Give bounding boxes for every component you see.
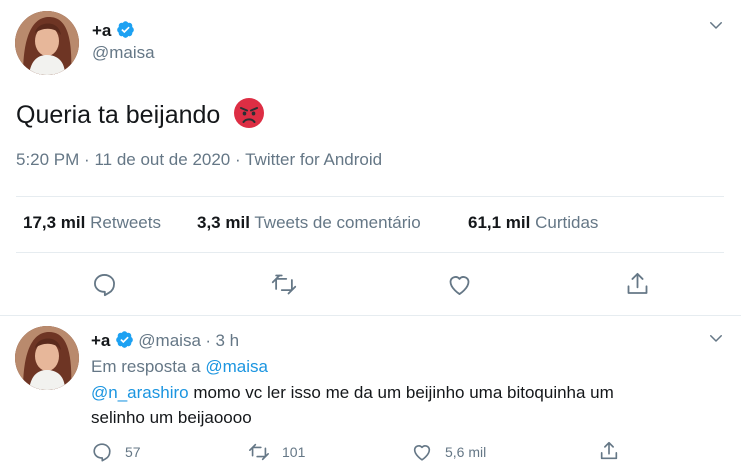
author-name-text[interactable]: +a — [92, 21, 111, 40]
retweets-count: 17,3 mil — [23, 213, 86, 232]
retweet-button[interactable] — [270, 271, 298, 298]
tweet-text-body: Queria ta beijando — [16, 101, 221, 129]
like-icon — [449, 276, 470, 295]
reply-avatar[interactable] — [15, 326, 79, 390]
meta-separator: · — [205, 331, 212, 350]
avatar[interactable] — [15, 11, 79, 75]
reply-author-name[interactable]: +a — [91, 331, 110, 350]
divider — [16, 252, 724, 253]
retweet-icon — [249, 443, 269, 461]
reply-timestamp[interactable]: 3 h — [215, 331, 239, 350]
in-reply-to: Em resposta a @maisa — [91, 354, 268, 379]
reply-author-handle[interactable]: @maisa — [138, 331, 201, 350]
reply-icon — [93, 443, 111, 462]
tweet-source[interactable]: Twitter for Android — [245, 150, 382, 169]
retweet-count: 101 — [282, 444, 306, 460]
reply-text-line: momo vc ler isso me da um beijinho uma b… — [188, 383, 614, 402]
reply-reply-button[interactable]: 57 — [91, 441, 141, 463]
author-handle[interactable]: @maisa — [92, 43, 155, 63]
stat-comments[interactable]: 3,3 mil Tweets de comentário — [197, 213, 421, 233]
reply-count: 57 — [125, 444, 141, 460]
share-button[interactable] — [624, 270, 651, 298]
like-button[interactable] — [446, 271, 473, 298]
meta-separator: · — [84, 150, 90, 169]
mention-link[interactable]: @n_arashiro — [91, 383, 189, 402]
reply-text-line: selinho um beijaoooo — [91, 408, 252, 427]
retweets-label: Retweets — [90, 213, 161, 232]
reply-header: +a @maisa · 3 h — [91, 330, 239, 351]
reply-menu-button[interactable] — [707, 329, 725, 352]
tweet-date[interactable]: 11 de out de 2020 — [94, 150, 230, 169]
divider — [16, 196, 724, 197]
likes-count: 61,1 mil — [468, 213, 531, 232]
verified-icon — [116, 331, 133, 348]
comments-count: 3,3 mil — [197, 213, 250, 232]
like-icon — [413, 445, 431, 461]
tweet-menu-button[interactable] — [707, 16, 725, 39]
stat-retweets[interactable]: 17,3 mil Retweets — [23, 213, 161, 233]
comments-label: Tweets de comentário — [254, 213, 421, 232]
reply-icon — [94, 274, 115, 297]
author-name[interactable]: +a — [92, 20, 135, 41]
angry-emoji-icon — [233, 97, 265, 136]
share-icon — [627, 272, 648, 294]
in-reply-to-handle[interactable]: @maisa — [205, 357, 268, 376]
tweet-time[interactable]: 5:20 PM — [16, 150, 79, 169]
share-icon — [600, 441, 618, 460]
reply-text: @n_arashiro momo vc ler isso me da um be… — [91, 380, 711, 430]
retweet-icon — [271, 274, 297, 295]
reply-button[interactable] — [91, 271, 118, 298]
meta-separator: · — [235, 150, 241, 169]
stat-likes[interactable]: 61,1 mil Curtidas — [468, 213, 598, 233]
in-reply-to-label: Em resposta a — [91, 357, 201, 376]
like-count: 5,6 mil — [445, 444, 487, 460]
chevron-down-icon — [710, 335, 722, 342]
chevron-down-icon — [710, 22, 722, 29]
tweet-meta: 5:20 PM · 11 de out de 2020 · Twitter fo… — [16, 150, 382, 170]
reply-share-button[interactable] — [598, 439, 620, 468]
tweet-text: Queria ta beijando — [16, 97, 265, 136]
verified-icon — [117, 21, 134, 38]
reply-like-button[interactable]: 5,6 mil — [411, 441, 486, 463]
divider — [0, 315, 741, 316]
reply-retweet-button[interactable]: 101 — [247, 441, 305, 463]
likes-label: Curtidas — [535, 213, 599, 232]
